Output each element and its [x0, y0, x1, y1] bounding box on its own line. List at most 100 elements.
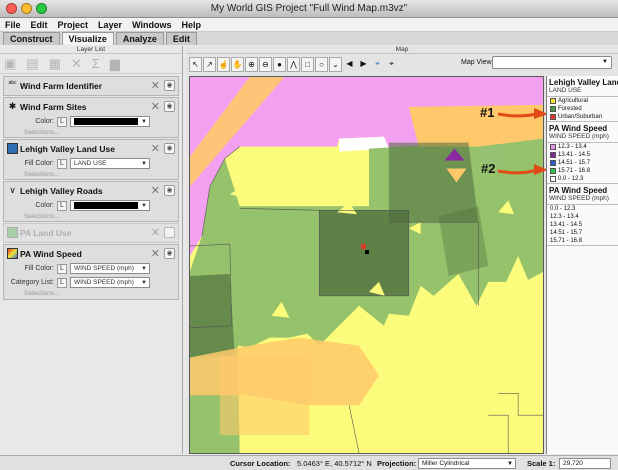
menu-edit[interactable]: Edit	[31, 20, 48, 30]
visibility-eye-icon[interactable]: ◉	[164, 248, 175, 259]
agricultural-parcel	[219, 355, 310, 436]
layer-list-toolbar: ▣ ▤ ▦ ✕ Σ ▆	[0, 54, 182, 74]
wind-farm-site[interactable]	[365, 250, 369, 255]
layer-pa-land-use[interactable]: PA Land Use ✕	[3, 223, 179, 243]
line-graph-icon[interactable]: ⌄	[329, 56, 342, 72]
map-canvas[interactable]	[189, 76, 544, 454]
legend-button[interactable]: L	[57, 200, 67, 211]
legend-button[interactable]: L	[57, 116, 67, 127]
zoom-to-selection-icon[interactable]: ⌖	[385, 57, 398, 72]
close-icon[interactable]: ✕	[151, 247, 160, 260]
map-view-label: Map View:	[461, 59, 494, 66]
layer-list-title: Layer List	[0, 46, 182, 54]
map-panel-title: Map	[186, 46, 618, 54]
legend-label: 12.3 - 13.4	[558, 144, 587, 150]
menu-project[interactable]: Project	[58, 20, 89, 30]
legend-button[interactable]: L	[57, 277, 67, 288]
tab-visualize[interactable]: Visualize	[61, 32, 114, 45]
selections-link[interactable]: Selections...	[24, 129, 59, 136]
menu-file[interactable]: File	[5, 20, 21, 30]
cursor-location-label: Cursor Location:	[230, 459, 291, 468]
scale-input[interactable]: 29,720	[559, 458, 611, 469]
layer-wind-farm-identifier[interactable]: abc Wind Farm Identifier ✕ ◉	[3, 76, 179, 96]
fill-color-select[interactable]: WIND SPEED (mph) ▼	[70, 263, 150, 274]
tab-analyze[interactable]: Analyze	[115, 32, 164, 45]
sum-icon[interactable]: Σ	[92, 56, 100, 71]
tab-construct[interactable]: Construct	[3, 32, 60, 45]
map-view-select[interactable]: ▼	[492, 56, 612, 69]
back-icon[interactable]: ◀	[343, 57, 356, 72]
zoom-out-icon[interactable]: ⊖	[259, 56, 272, 72]
close-icon[interactable]: ✕	[151, 79, 160, 92]
projection-value: Miller Cylindrical	[422, 460, 470, 467]
menu-help[interactable]: Help	[181, 20, 201, 30]
chevron-down-icon: ▼	[141, 160, 147, 167]
layer-lehigh-valley-roads[interactable]: ∨ Lehigh Valley Roads ✕ ◉ Color: L ▼ Sel…	[3, 181, 179, 222]
selections-link[interactable]: Selections...	[24, 171, 59, 178]
legend-label: 13.41 - 14.5	[558, 152, 591, 158]
forward-icon[interactable]: ▶	[357, 57, 370, 72]
globe-icon[interactable]: ●	[273, 56, 286, 72]
layer-wind-farm-sites[interactable]: ✱ Wind Farm Sites ✕ ◉ Color: L ▼ Selecti…	[3, 97, 179, 138]
layer-name: Wind Farm Sites	[20, 102, 87, 112]
legend-item: Forested	[547, 105, 618, 113]
selections-link[interactable]: Selections...	[24, 290, 59, 297]
fill-color-select[interactable]: LAND USE ▼	[70, 158, 150, 169]
visibility-eye-icon[interactable]: ◉	[164, 185, 175, 196]
chevron-down-icon: ▼	[141, 279, 147, 286]
fill-color-label: Fill Color:	[24, 265, 54, 272]
pan-hand-icon[interactable]: ✋	[231, 56, 244, 72]
legend-button[interactable]: L	[57, 263, 67, 274]
wind-farm-site[interactable]	[361, 244, 367, 250]
color-select[interactable]: ▼	[70, 200, 150, 211]
remove-layer-icon[interactable]: ✕	[71, 56, 82, 72]
select-arrow-icon[interactable]: ↖	[189, 56, 202, 72]
fill-color-label: Fill Color:	[24, 160, 54, 167]
color-row: Color: L ▼	[4, 200, 150, 211]
menu-layer[interactable]: Layer	[98, 20, 122, 30]
scale-label: Scale 1:	[527, 459, 556, 468]
close-icon[interactable]: ✕	[151, 184, 160, 197]
fill-color-row: Fill Color: L LAND USE ▼	[4, 158, 150, 169]
marquee-select-icon[interactable]: □	[301, 56, 314, 72]
tab-edit[interactable]: Edit	[165, 32, 197, 45]
legend-swatch	[550, 152, 556, 158]
visibility-eye-icon[interactable]: ◉	[164, 143, 175, 154]
close-icon[interactable]: ✕	[151, 100, 160, 113]
category-list-select[interactable]: WIND SPEED (mph) ▼	[70, 277, 150, 288]
visibility-eye-icon[interactable]	[164, 227, 175, 238]
layer-pa-wind-speed[interactable]: PA Wind Speed ✕ ◉ Fill Color: L WIND SPE…	[3, 244, 179, 300]
legend-swatch	[550, 114, 556, 120]
close-icon[interactable]: ✕	[151, 142, 160, 155]
selections-link[interactable]: Selections...	[24, 213, 59, 220]
legend-item: 14.51 - 15.7	[550, 230, 583, 236]
identify-icon[interactable]: ↗	[203, 56, 216, 72]
window-title: My World GIS Project "Full Wind Map.m3vz…	[210, 3, 408, 14]
forested-parcel	[190, 273, 235, 358]
layer-table-icon[interactable]: ▦	[49, 56, 61, 72]
chart-icon[interactable]: ▆	[110, 56, 120, 72]
add-layer-icon[interactable]: ▣	[4, 56, 16, 72]
map-toolbar: ↖ ↗ ☝ ✋ ⊕ ⊖ ● ⋀ □ ○ ⌄ ◀ ▶ ⌖ ⌖	[189, 54, 398, 74]
cursor-location-value: 5.0463° E, 40.5712° N	[297, 459, 372, 468]
legend-swatch	[550, 144, 556, 150]
chevron-down-icon: ▼	[507, 460, 513, 467]
layer-lehigh-valley-land-use[interactable]: Lehigh Valley Land Use ✕ ◉ Fill Color: L…	[3, 139, 179, 180]
fill-color-row: Fill Color: L WIND SPEED (mph) ▼	[4, 263, 150, 274]
callout-2-label: #2	[481, 161, 496, 176]
color-select[interactable]: ▼	[70, 116, 150, 127]
zoom-to-extent-icon[interactable]: ⌖	[371, 57, 384, 72]
visibility-eye-icon[interactable]: ◉	[164, 101, 175, 112]
layer-properties-icon[interactable]: ▤	[26, 56, 38, 72]
projection-select[interactable]: Miller Cylindrical ▼	[418, 458, 516, 469]
legend-label: 14.51 - 15.7	[558, 160, 591, 166]
point-layer-icon: ✱	[8, 101, 17, 111]
measure-icon[interactable]: ⋀	[287, 56, 300, 72]
lasso-select-icon[interactable]: ○	[315, 56, 328, 72]
hand-pointer-icon[interactable]: ☝	[217, 56, 230, 72]
zoom-in-icon[interactable]: ⊕	[245, 56, 258, 72]
legend-button[interactable]: L	[57, 158, 67, 169]
menu-windows[interactable]: Windows	[132, 20, 171, 30]
close-icon[interactable]: ✕	[151, 226, 160, 239]
visibility-eye-icon[interactable]: ◉	[164, 80, 175, 91]
